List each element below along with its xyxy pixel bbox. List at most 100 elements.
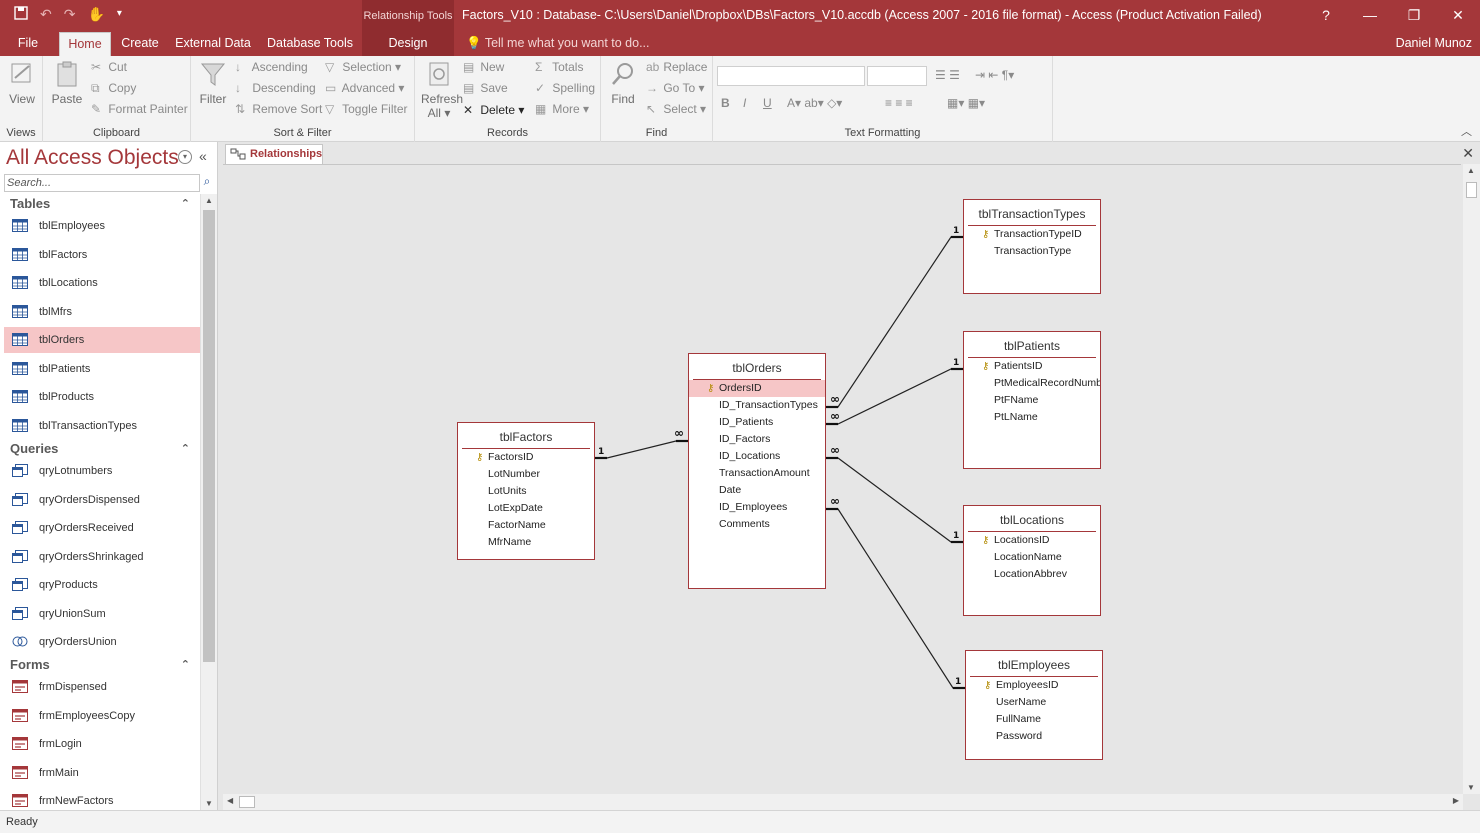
table-field[interactable]: ⚷ PatientsID — [964, 358, 1100, 375]
font-name-combo[interactable] — [717, 66, 865, 86]
goto-button[interactable]: → Go To ▾ — [646, 81, 705, 95]
close-document-icon[interactable]: ✕ — [1462, 145, 1474, 162]
table-field[interactable]: LotExpDate — [458, 500, 594, 517]
relationship-table[interactable]: tblOrders ⚷ OrdersID ID_TransactionTypes ID_… — [688, 353, 826, 589]
relationship-table-title[interactable]: tblPatients — [968, 332, 1096, 358]
tab-home[interactable]: Home — [59, 32, 111, 56]
ascending-button[interactable]: ↓ Ascending — [235, 60, 308, 74]
nav-item[interactable]: tblOrders — [4, 327, 200, 353]
table-field[interactable]: ⚷ OrdersID — [689, 380, 825, 397]
table-field[interactable]: Password — [966, 728, 1102, 745]
nav-item[interactable]: qryUnionSum — [4, 601, 200, 627]
relationship-table[interactable]: tblFactors ⚷ FactorsID LotNumber LotUnits Lot… — [457, 422, 595, 560]
relationship-table[interactable]: tblLocations ⚷ LocationsID LocationName Loca… — [963, 505, 1101, 616]
relationship-table[interactable]: tblTransactionTypes ⚷ TransactionTypeID Tra… — [963, 199, 1101, 294]
tab-create[interactable]: Create — [114, 32, 166, 56]
collapse-ribbon-icon[interactable]: ︿ — [1461, 123, 1472, 139]
nav-menu-icon[interactable]: ▾ — [178, 150, 192, 164]
minimize-button[interactable]: — — [1348, 0, 1392, 32]
table-field[interactable]: FullName — [966, 711, 1102, 728]
nav-item[interactable]: frmLogin — [4, 731, 200, 757]
view-button[interactable]: View — [4, 60, 40, 106]
selection-button[interactable]: ▽ Selection ▾ — [325, 60, 401, 74]
table-field[interactable]: Comments — [689, 516, 825, 533]
relationship-table-title[interactable]: tblOrders — [693, 354, 821, 380]
gridlines-icon[interactable]: ▦▾ ▦▾ — [947, 96, 985, 110]
table-field[interactable]: FactorName — [458, 517, 594, 534]
user-name[interactable]: Daniel Munoz — [1396, 36, 1472, 50]
undo-icon[interactable]: ↶ — [40, 6, 52, 23]
horizontal-scroll-thumb[interactable] — [239, 796, 255, 808]
tab-database-tools[interactable]: Database Tools — [262, 32, 358, 56]
italic-button[interactable]: I — [743, 96, 746, 110]
indent-icon[interactable]: ⇥ ⇤ ¶▾ — [975, 68, 1014, 82]
nav-item[interactable]: qryProducts — [4, 572, 200, 598]
font-color-icon[interactable]: A▾ ab▾ ◇▾ — [787, 96, 842, 110]
table-field[interactable]: PtMedicalRecordNumber — [964, 375, 1100, 392]
align-icons[interactable]: ≡ ≡ ≡ — [885, 96, 913, 110]
table-field[interactable]: ⚷ FactorsID — [458, 449, 594, 466]
collapse-section-icon[interactable]: ⌃ — [181, 194, 190, 214]
more-button[interactable]: ▦ More ▾ — [535, 102, 589, 116]
remove-sort-button[interactable]: ⇅ Remove Sort — [235, 102, 322, 116]
nav-item[interactable]: tblProducts — [4, 384, 200, 410]
table-field[interactable]: MfrName — [458, 534, 594, 551]
nav-item[interactable]: frmMain — [4, 760, 200, 786]
font-size-combo[interactable] — [867, 66, 927, 86]
relationship-table-title[interactable]: tblTransactionTypes — [968, 200, 1096, 226]
relationship-table[interactable]: tblEmployees ⚷ EmployeesID UserName FullName… — [965, 650, 1103, 760]
nav-item[interactable]: frmEmployeesCopy — [4, 703, 200, 729]
new-record-button[interactable]: ▤ New — [463, 60, 504, 74]
nav-item[interactable]: qryLotnumbers — [4, 458, 200, 484]
paste-button[interactable]: Paste — [49, 60, 85, 106]
restore-button[interactable]: ❐ — [1392, 0, 1436, 32]
nav-item[interactable]: tblPatients — [4, 356, 200, 382]
tab-file[interactable]: File — [8, 32, 48, 56]
scroll-right-icon[interactable]: ▶ — [1453, 796, 1459, 805]
save-record-button[interactable]: ▤ Save — [463, 81, 508, 95]
table-field[interactable]: ID_Employees — [689, 499, 825, 516]
table-field[interactable]: LocationName — [964, 549, 1100, 566]
scroll-down-icon[interactable]: ▼ — [1467, 783, 1475, 792]
find-button[interactable]: Find — [605, 60, 641, 106]
table-field[interactable]: ID_TransactionTypes — [689, 397, 825, 414]
filter-button[interactable]: Filter — [195, 60, 231, 106]
refresh-all-button[interactable]: Refresh All ▾ — [421, 60, 463, 120]
tab-external-data[interactable]: External Data — [170, 32, 256, 56]
scroll-down-icon[interactable]: ▼ — [205, 799, 213, 808]
tab-relationships[interactable]: Relationships — [225, 144, 323, 165]
table-field[interactable]: ⚷ LocationsID — [964, 532, 1100, 549]
bold-button[interactable]: B — [721, 96, 730, 110]
nav-item[interactable]: tblMfrs — [4, 299, 200, 325]
table-field[interactable]: LotNumber — [458, 466, 594, 483]
horizontal-scrollbar[interactable]: ◀ ▶ — [223, 794, 1463, 810]
bullets-icon[interactable]: ☰ ☰ — [935, 68, 960, 82]
cut-button[interactable]: ✂ Cut — [91, 60, 127, 74]
table-field[interactable]: TransactionAmount — [689, 465, 825, 482]
touch-mode-icon[interactable]: ✋ — [87, 6, 104, 23]
table-field[interactable]: PtFName — [964, 392, 1100, 409]
toggle-filter-button[interactable]: ▽ Toggle Filter — [325, 102, 408, 116]
nav-search-input[interactable]: Search... — [4, 174, 200, 192]
replace-button[interactable]: ab Replace — [646, 60, 707, 74]
scroll-up-icon[interactable]: ▲ — [1467, 166, 1475, 175]
relationship-table-title[interactable]: tblFactors — [462, 423, 590, 449]
table-field[interactable]: ID_Locations — [689, 448, 825, 465]
customize-qat-icon[interactable]: ▾ — [117, 8, 122, 23]
advanced-button[interactable]: ▭ Advanced ▾ — [325, 81, 404, 95]
table-field[interactable]: ID_Factors — [689, 431, 825, 448]
nav-item[interactable]: qryOrdersDispensed — [4, 487, 200, 513]
table-field[interactable]: LocationAbbrev — [964, 566, 1100, 583]
select-button[interactable]: ↖ Select ▾ — [646, 102, 706, 116]
relationship-table[interactable]: tblPatients ⚷ PatientsID PtMedicalRecordNum… — [963, 331, 1101, 469]
nav-item[interactable]: frmNewFactors — [4, 788, 200, 810]
scroll-left-icon[interactable]: ◀ — [227, 796, 233, 805]
nav-item[interactable]: tblEmployees — [4, 213, 200, 239]
collapse-section-icon[interactable]: ⌃ — [181, 655, 190, 675]
tell-me-search[interactable]: 💡 Tell me what you want to do... — [466, 36, 650, 51]
table-field[interactable]: ⚷ TransactionTypeID — [964, 226, 1100, 243]
relationship-table-title[interactable]: tblEmployees — [970, 651, 1098, 677]
table-field[interactable]: ⚷ EmployeesID — [966, 677, 1102, 694]
vertical-scrollbar[interactable]: ▲ ▼ — [1463, 164, 1480, 794]
help-button[interactable]: ? — [1304, 0, 1348, 32]
